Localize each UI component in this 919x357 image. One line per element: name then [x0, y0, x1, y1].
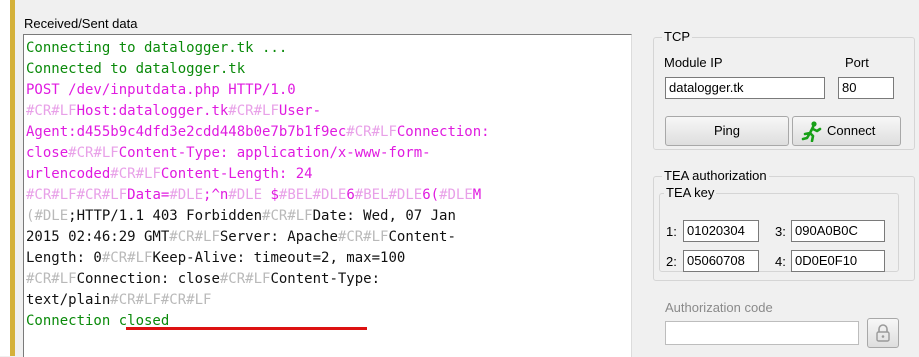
log-segment: #BEL#DLE: [354, 187, 423, 203]
log-segment: text/plain: [26, 292, 111, 308]
log-segment: #BEL#DLE: [278, 187, 347, 203]
log-segment: Agent:d455b9c4dfd3e2cdd448b0e7b7b1f9ec: [26, 124, 347, 140]
log-segment: #CR#LF#CR#LF: [26, 187, 128, 203]
connect-button[interactable]: Connect: [792, 116, 901, 146]
log-segment: Host:datalogger.tk: [76, 103, 229, 119]
log-segment: #DLE: [34, 208, 69, 224]
log-segment: #CR#LF: [26, 271, 77, 287]
log-segment: M: [472, 187, 482, 203]
left-accent-bar: [10, 0, 15, 356]
log-line: 2015 02:46:29 GMT#CR#LFServer: Apache#CR…: [26, 227, 629, 248]
log-segment: close: [26, 145, 69, 161]
authorization-code-label: Authorization code: [665, 300, 773, 315]
connect-button-label: Connect: [827, 123, 876, 138]
log-segment: Content-: [388, 229, 456, 245]
log-textarea[interactable]: Connecting to datalogger.tk ... Connected…: [23, 34, 632, 357]
tea-key-2-label: 2:: [666, 254, 677, 269]
tea-key-4-field[interactable]: 0D0E0F10: [791, 250, 885, 272]
running-man-icon: [801, 121, 822, 142]
tea-key-1-field[interactable]: 01020304: [683, 220, 759, 242]
log-line: Agent:d455b9c4dfd3e2cdd448b0e7b7b1f9ec#C…: [26, 122, 629, 143]
log-segment: Connection: close: [76, 271, 220, 287]
log-segment: #CR#LF: [228, 103, 279, 119]
tea-key-3-field[interactable]: 090A0B0C: [791, 220, 885, 242]
log-segment: $: [262, 187, 279, 203]
log-segment: 6: [346, 187, 355, 203]
red-underline-annotation: [126, 327, 367, 330]
log-line: text/plain#CR#LF#CR#LF: [26, 290, 629, 311]
log-segment: Connecting to datalogger.tk ...: [26, 40, 288, 56]
tcp-legend: TCP: [664, 29, 690, 44]
log-segment: #CR#LF#CR#LF: [110, 292, 212, 308]
log-segment: #DLE: [439, 187, 473, 203]
log-segment: Keep-Alive: timeout=2, max=100: [152, 250, 406, 266]
log-segment: ;HTTP/1.1 403 Forbidden: [68, 208, 263, 224]
log-segment: User-: [278, 103, 322, 119]
log-segment: Connected to datalogger.tk: [26, 61, 246, 77]
ping-button-label: Ping: [713, 123, 741, 138]
log-line: Connected to datalogger.tk: [26, 59, 629, 80]
log-line: #CR#LFConnection: close#CR#LFContent-Typ…: [26, 269, 629, 290]
module-ip-field[interactable]: datalogger.tk: [665, 77, 825, 99]
received-sent-data-group: Received/Sent data Connecting to datalog…: [18, 12, 640, 357]
log-segment: #DLE: [228, 187, 263, 203]
tea-key-1-label: 1:: [666, 224, 677, 239]
port-label: Port: [845, 55, 869, 70]
log-segment: #CR#LF: [110, 166, 161, 182]
log-segment: 2015 02:46:29 GMT: [26, 229, 170, 245]
log-segment: #CR#LF: [101, 250, 153, 266]
log-line: close#CR#LFContent-Type: application/x-w…: [26, 143, 629, 164]
lock-button[interactable]: [867, 318, 899, 348]
padlock-icon: [876, 324, 890, 342]
log-group-title: Received/Sent data: [24, 16, 138, 31]
log-segment: #CR#LF: [68, 145, 119, 161]
log-line: Length: 0#CR#LFKeep-Alive: timeout=2, ma…: [26, 248, 629, 269]
log-segment: Date: Wed, 07 Jan: [312, 208, 456, 224]
log-segment: POST /dev/inputdata.php HTTP/1.0: [26, 82, 296, 98]
left-window-strip: [0, 0, 10, 356]
log-text-content: Connecting to datalogger.tk ... Connected…: [26, 38, 629, 332]
log-segment: Length: 0: [26, 250, 102, 266]
log-line: POST /dev/inputdata.php HTTP/1.0: [26, 80, 629, 101]
log-segment: ;^n: [203, 187, 229, 203]
log-line: (#DLE;HTTP/1.1 403 Forbidden#CR#LFDate: …: [26, 206, 629, 227]
log-segment: Connection:: [396, 124, 490, 140]
tea-key-2-field[interactable]: 05060708: [683, 250, 759, 272]
module-ip-label: Module IP: [664, 55, 723, 70]
log-segment: urlencoded: [26, 166, 111, 182]
log-segment: Data=: [127, 187, 170, 203]
authorization-code-field[interactable]: [665, 321, 859, 345]
log-segment: Server: Apache: [219, 229, 338, 245]
log-segment: #DLE: [169, 187, 204, 203]
log-segment: #CR#LF: [219, 271, 271, 287]
log-line: Connecting to datalogger.tk ...: [26, 38, 629, 59]
log-segment: Content-Length: 24: [160, 166, 313, 182]
log-segment: #CR#LF: [262, 208, 313, 224]
tea-authorization-legend: TEA authorization: [664, 168, 767, 183]
log-line: urlencoded#CR#LFContent-Length: 24: [26, 164, 629, 185]
log-segment: #CR#LF: [346, 124, 397, 140]
right-panel: TCP Module IP Port datalogger.tk 80 Ping…: [651, 0, 919, 356]
tea-key-legend: TEA key: [666, 185, 715, 200]
tea-key-4-label: 4:: [775, 254, 786, 269]
log-segment: Content-Type:: [270, 271, 381, 287]
log-line: #CR#LFHost:datalogger.tk#CR#LFUser-: [26, 101, 629, 122]
log-segment: #CR#LF: [26, 103, 77, 119]
port-field[interactable]: 80: [838, 77, 894, 99]
log-segment: 6(: [422, 187, 440, 203]
log-segment: #CR#LF: [337, 229, 389, 245]
ping-button[interactable]: Ping: [665, 116, 789, 146]
log-segment: #CR#LF: [169, 229, 220, 245]
log-segment: Content-Type: application/x-www-form-: [118, 145, 431, 161]
tea-key-3-label: 3:: [775, 224, 786, 239]
log-line: #CR#LF#CR#LFData=#DLE;^n#DLE $#BEL#DLE6#…: [26, 185, 629, 206]
